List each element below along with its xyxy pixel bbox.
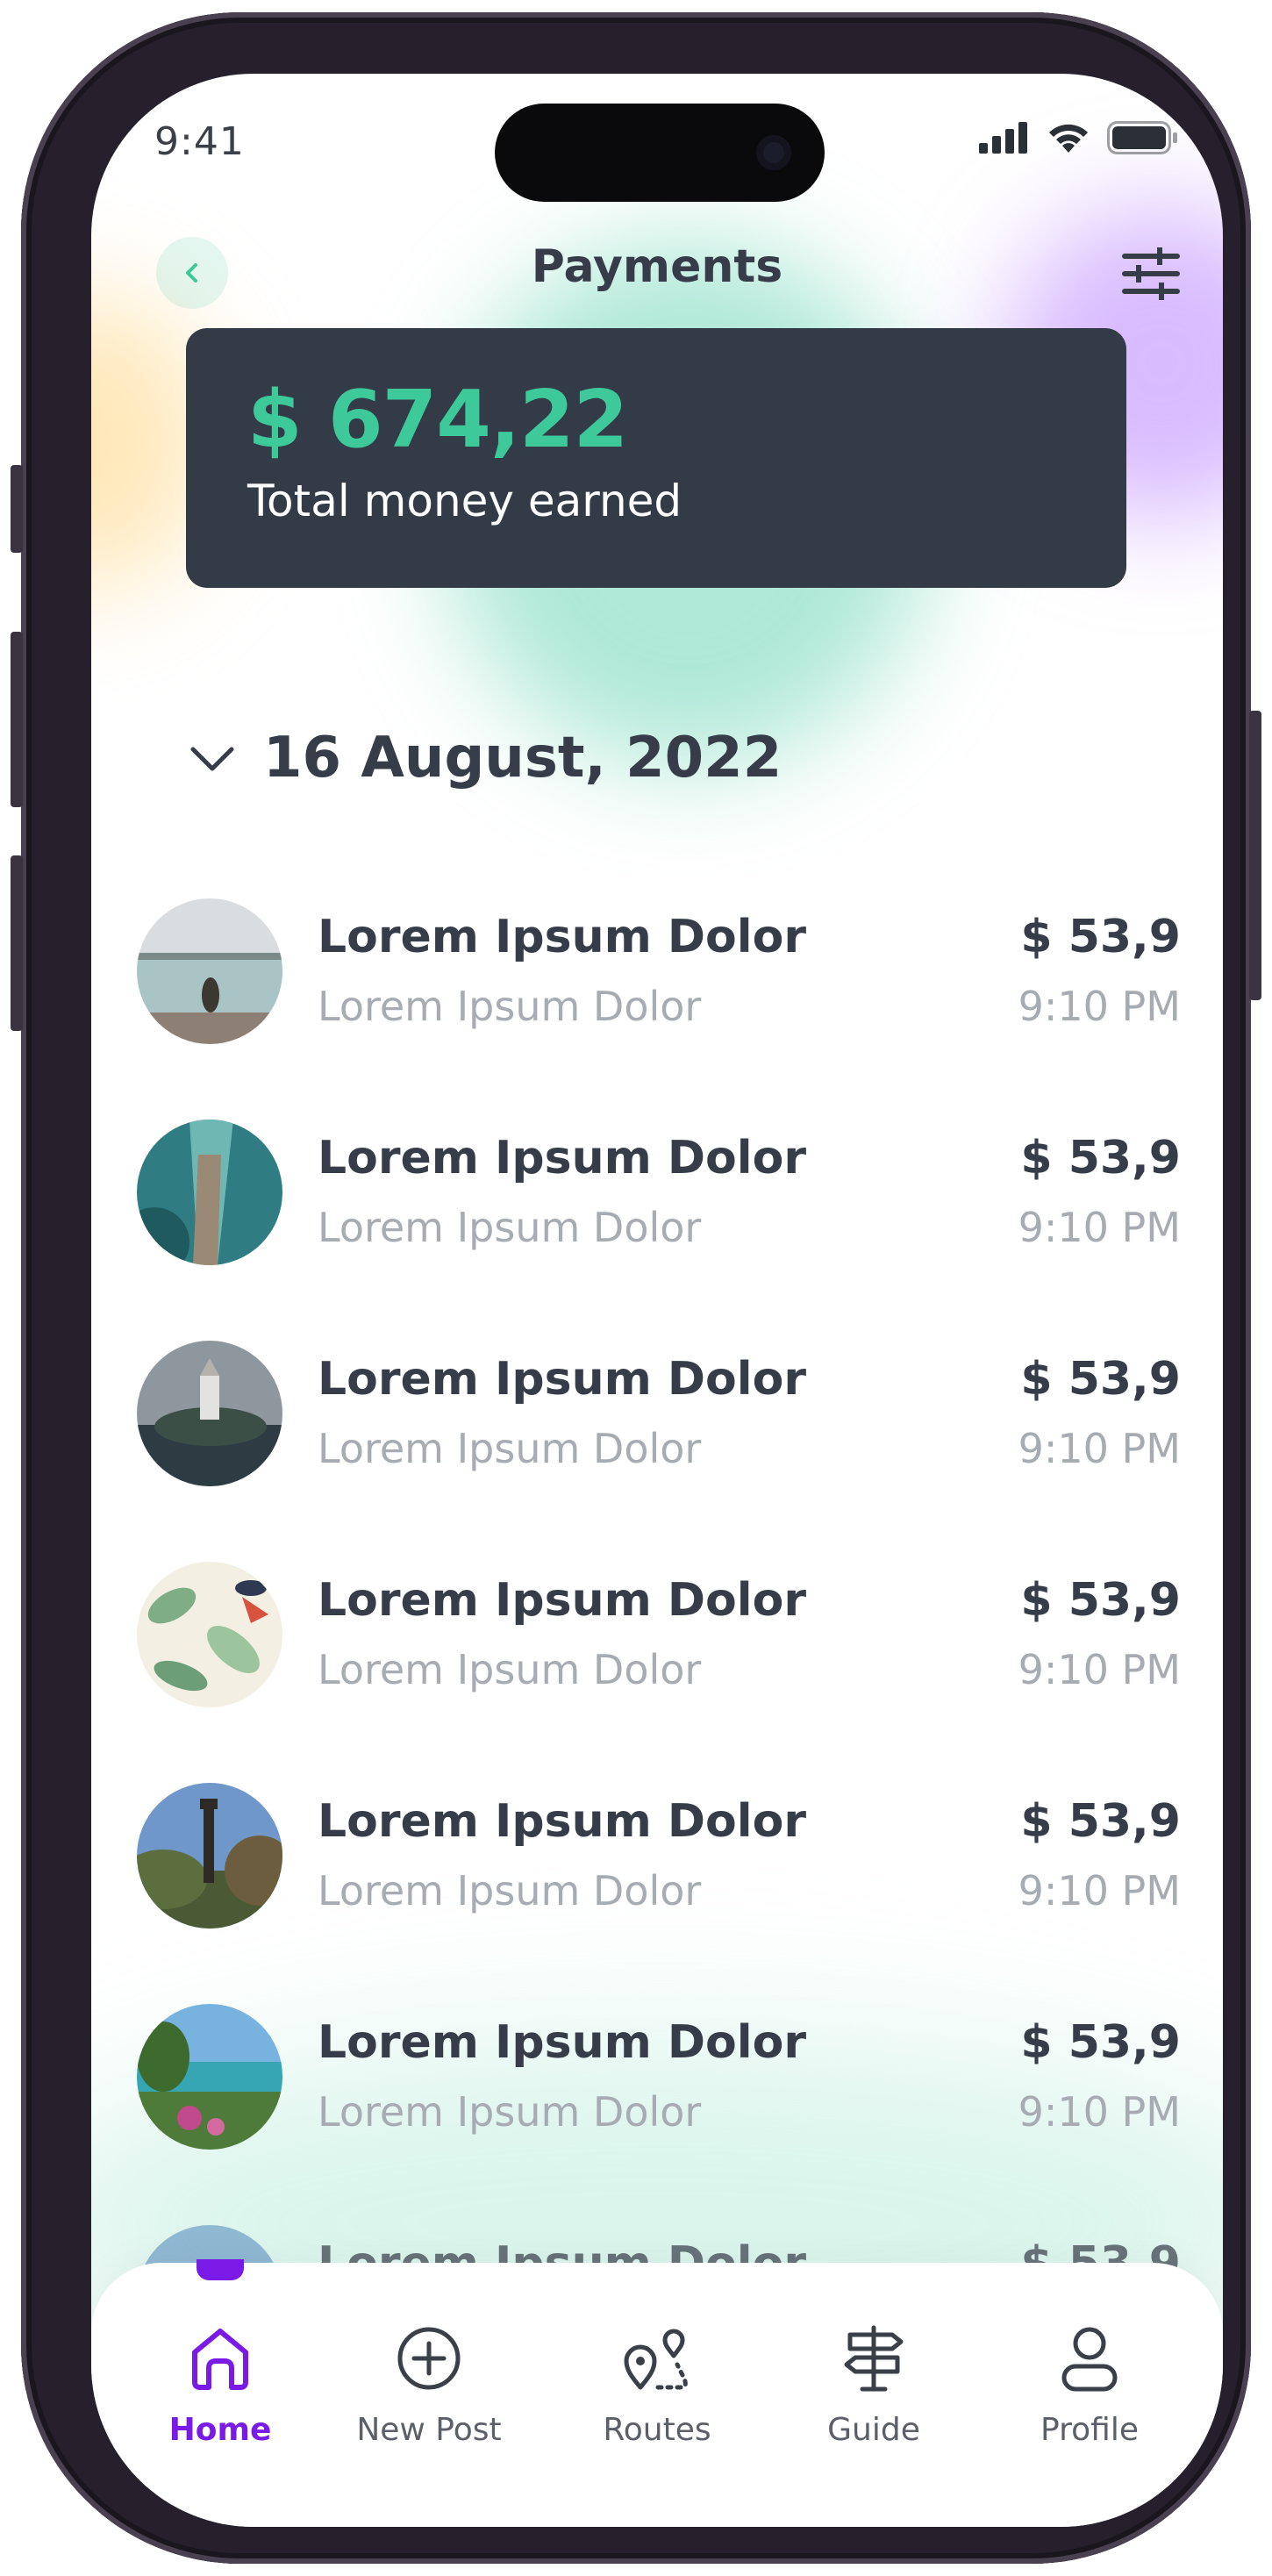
plus-circle-icon [397, 2327, 461, 2390]
home-icon [192, 2329, 248, 2390]
user-icon [1061, 2327, 1118, 2392]
payment-amount: $ 53,9 [1020, 1795, 1181, 1848]
payment-row[interactable]: Lorem Ipsum Dolor Lorem Ipsum Dolor $ 53… [137, 1783, 1181, 2004]
payment-row[interactable]: Lorem Ipsum Dolor Lorem Ipsum Dolor $ 53… [137, 898, 1181, 1120]
tab-routes[interactable]: Routes [569, 2322, 745, 2448]
payment-thumbnail [137, 2004, 282, 2150]
payment-amount: $ 53,9 [1020, 1353, 1181, 1406]
payment-row[interactable]: Lorem Ipsum Dolor Lorem Ipsum Dolor $ 53… [137, 2004, 1181, 2225]
dynamic-island [495, 104, 825, 202]
payment-thumbnail [137, 1120, 282, 1265]
tab-label: New Post [356, 2412, 502, 2448]
battery-icon [1107, 121, 1177, 154]
active-tab-indicator [197, 2259, 244, 2280]
payment-row[interactable]: Lorem Ipsum Dolor Lorem Ipsum Dolor $ 53… [137, 1341, 1181, 1562]
total-earnings-card: $ 674,22 Total money earned [186, 328, 1126, 588]
payment-thumbnail [137, 1341, 282, 1486]
tab-label: Routes [603, 2412, 711, 2448]
payment-title: Lorem Ipsum Dolor [318, 1132, 806, 1184]
app-screen: 9:41 Payments $ 674,22 Total money earne… [91, 74, 1223, 2527]
payment-subtitle: Lorem Ipsum Dolor [318, 1646, 702, 1693]
payment-title: Lorem Ipsum Dolor [318, 1795, 806, 1848]
tab-guide[interactable]: Guide [786, 2322, 961, 2448]
tab-label: Home [168, 2412, 272, 2448]
payment-thumbnail [137, 1783, 282, 1928]
payment-subtitle: Lorem Ipsum Dolor [318, 1425, 702, 1472]
power-button [1249, 711, 1261, 1000]
payment-amount: $ 53,9 [1020, 2016, 1181, 2069]
payment-thumbnail [137, 1562, 282, 1707]
wifi-icon [1049, 124, 1088, 153]
payment-title: Lorem Ipsum Dolor [318, 1574, 806, 1627]
payment-amount: $ 53,9 [1020, 1132, 1181, 1184]
tab-home[interactable]: Home [132, 2322, 308, 2448]
date-section-toggle[interactable]: 16 August, 2022 [188, 714, 782, 802]
payments-list: Lorem Ipsum Dolor Lorem Ipsum Dolor $ 53… [137, 898, 1181, 2225]
total-amount: $ 674,22 [247, 374, 628, 466]
payment-time: 9:10 PM [1018, 1425, 1181, 1472]
payment-time: 9:10 PM [1018, 1867, 1181, 1914]
tab-profile[interactable]: Profile [1002, 2322, 1177, 2448]
payment-time: 9:10 PM [1018, 1646, 1181, 1693]
tab-label: Profile [1040, 2412, 1139, 2448]
payment-subtitle: Lorem Ipsum Dolor [318, 983, 702, 1030]
payment-time: 9:10 PM [1018, 983, 1181, 1030]
payment-row[interactable]: Lorem Ipsum Dolor Lorem Ipsum Dolor $ 53… [137, 1562, 1181, 1783]
payment-time: 9:10 PM [1018, 1204, 1181, 1251]
payment-time: 9:10 PM [1018, 2088, 1181, 2136]
tab-new-post[interactable]: New Post [341, 2322, 517, 2448]
payment-subtitle: Lorem Ipsum Dolor [318, 1204, 702, 1251]
bottom-tab-bar: Home New Post Routes Guide Profile [91, 2259, 1223, 2527]
status-time: 9:41 [154, 119, 245, 164]
payment-title: Lorem Ipsum Dolor [318, 1353, 806, 1406]
sliders-icon [1122, 247, 1180, 300]
total-amount-label: Total money earned [247, 476, 682, 526]
payment-subtitle: Lorem Ipsum Dolor [318, 2088, 702, 2136]
signpost-icon [844, 2325, 904, 2392]
chevron-down-icon [190, 747, 234, 771]
section-date: 16 August, 2022 [263, 726, 782, 791]
payment-title: Lorem Ipsum Dolor [318, 2016, 806, 2069]
header: Payments [91, 223, 1223, 319]
payment-title: Lorem Ipsum Dolor [318, 911, 806, 963]
status-bar: 9:41 [91, 74, 1223, 214]
status-icons [979, 121, 1179, 154]
cellular-signal-icon [979, 122, 1027, 154]
tab-label: Guide [827, 2412, 920, 2448]
page-title: Payments [531, 240, 783, 293]
payment-subtitle: Lorem Ipsum Dolor [318, 1867, 702, 1914]
payment-amount: $ 53,9 [1020, 1574, 1181, 1627]
payment-thumbnail [137, 898, 282, 1044]
filter-button[interactable] [1118, 240, 1184, 307]
payment-row[interactable]: Lorem Ipsum Dolor Lorem Ipsum Dolor $ 53… [137, 1120, 1181, 1341]
payment-amount: $ 53,9 [1020, 911, 1181, 963]
map-pin-route-icon [624, 2329, 688, 2390]
